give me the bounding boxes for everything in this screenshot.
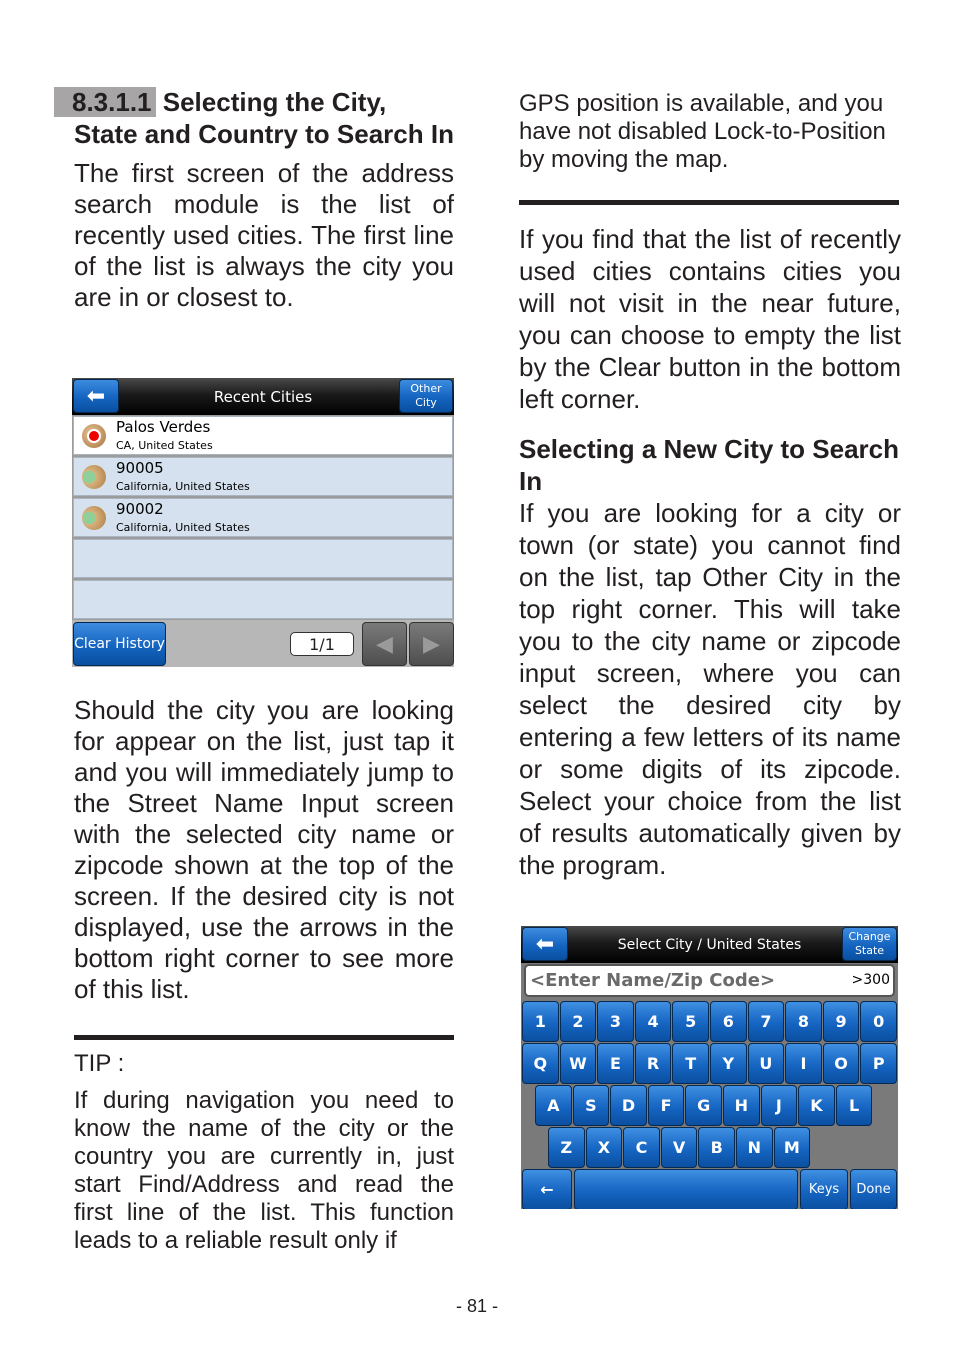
key-c[interactable]: C — [623, 1127, 660, 1168]
key-9[interactable]: 9 — [822, 1001, 860, 1042]
key-1[interactable]: 1 — [522, 1001, 559, 1042]
bottom-bar: Clear History 1/1 ◀ ▶ — [72, 620, 454, 667]
section-number: 8.3.1.1 — [54, 87, 156, 117]
new-city-paragraph: If you are looking for a city or town (o… — [519, 498, 901, 880]
city-location: California, United States — [116, 480, 250, 493]
screen-title: Select City / United States — [617, 936, 802, 953]
city-name: 90002 — [116, 500, 164, 518]
key-o[interactable]: O — [822, 1043, 860, 1084]
city-name-input[interactable]: <Enter Name/Zip Code> >300 — [524, 964, 895, 997]
keys-button[interactable]: Keys — [800, 1169, 848, 1209]
left-triangle-icon: ◀ — [376, 631, 393, 657]
city-name: Palos Verdes — [116, 418, 211, 436]
backspace-key[interactable]: ← — [522, 1169, 572, 1209]
key-f[interactable]: F — [647, 1085, 685, 1126]
key-w[interactable]: W — [559, 1043, 597, 1084]
prev-page-button[interactable]: ◀ — [362, 622, 407, 666]
key-u[interactable]: U — [747, 1043, 785, 1084]
key-3[interactable]: 3 — [597, 1001, 634, 1042]
city-location: California, United States — [116, 521, 250, 534]
select-city-screenshot: Select City / United States ⬅ Change Stat… — [521, 926, 898, 1209]
left-arrow-icon: ⬅ — [86, 383, 106, 409]
intro-paragraph: The first screen of the address search m… — [74, 158, 454, 312]
key-7[interactable]: 7 — [747, 1001, 785, 1042]
city-list-item[interactable]: 90002 California, United States — [73, 498, 453, 537]
backspace-arrow-icon: ← — [540, 1180, 554, 1199]
change-state-button[interactable]: Change State — [842, 927, 897, 961]
left-column-lower: Should the city you are looking for appe… — [74, 695, 454, 1255]
city-list-item[interactable]: Palos Verdes CA, United States — [73, 416, 453, 455]
tip-end-divider — [519, 200, 899, 205]
key-v[interactable]: V — [660, 1127, 698, 1168]
key-p[interactable]: P — [860, 1043, 897, 1084]
right-triangle-icon: ▶ — [423, 631, 440, 657]
section-heading: 8.3.1.1 Selecting the City, State and Co… — [54, 86, 454, 150]
change-state-label-1: Change — [848, 930, 891, 943]
space-key[interactable] — [574, 1169, 798, 1209]
key-e[interactable]: E — [597, 1043, 634, 1084]
subheading: Selecting a New City to Search In — [519, 434, 900, 496]
done-button[interactable]: Done — [850, 1169, 897, 1209]
right-column: GPS position is available, and you have … — [519, 90, 901, 881]
key-6[interactable]: 6 — [710, 1001, 747, 1042]
key-2[interactable]: 2 — [559, 1001, 597, 1042]
key-h[interactable]: H — [723, 1085, 760, 1126]
result-count: >300 — [851, 972, 890, 988]
next-page-button[interactable]: ▶ — [409, 622, 454, 666]
clear-list-paragraph: If you find that the list of recently us… — [519, 224, 901, 414]
tip-text: If during navigation you need to know th… — [74, 1087, 454, 1254]
key-m[interactable]: M — [773, 1127, 811, 1168]
city-location: CA, United States — [116, 439, 213, 452]
key-g[interactable]: G — [685, 1085, 722, 1126]
key-4[interactable]: 4 — [634, 1001, 672, 1042]
other-city-label-1: Other — [410, 382, 442, 395]
key-s[interactable]: S — [572, 1085, 610, 1126]
key-l[interactable]: L — [835, 1085, 873, 1126]
left-column: 8.3.1.1 Selecting the City, State and Co… — [54, 86, 454, 313]
key-x[interactable]: X — [585, 1127, 623, 1168]
page-number: - 81 - — [455, 1296, 498, 1316]
key-t[interactable]: T — [672, 1043, 709, 1084]
input-placeholder: <Enter Name/Zip Code> — [530, 970, 776, 991]
tip-continuation: GPS position is available, and you have … — [519, 90, 886, 173]
key-d[interactable]: D — [610, 1085, 647, 1126]
key-z[interactable]: Z — [548, 1127, 585, 1168]
key-i[interactable]: I — [785, 1043, 822, 1084]
key-8[interactable]: 8 — [785, 1001, 822, 1042]
back-button[interactable]: ⬅ — [73, 379, 119, 413]
key-a[interactable]: A — [535, 1085, 572, 1126]
recent-cities-screenshot: Recent Cities ⬅ Other City Palos Verdes C… — [72, 378, 454, 667]
key-y[interactable]: Y — [710, 1043, 747, 1084]
back-button[interactable]: ⬅ — [522, 927, 568, 961]
key-n[interactable]: N — [736, 1127, 773, 1168]
key-0[interactable]: 0 — [860, 1001, 897, 1042]
city-map-icon — [82, 465, 106, 489]
page-indicator: 1/1 — [290, 632, 354, 656]
key-j[interactable]: J — [760, 1085, 798, 1126]
key-b[interactable]: B — [698, 1127, 735, 1168]
key-r[interactable]: R — [634, 1043, 672, 1084]
city-name: 90005 — [116, 459, 164, 477]
empty-list-item — [73, 580, 453, 619]
key-q[interactable]: Q — [522, 1043, 559, 1084]
tap-city-paragraph: Should the city you are looking for appe… — [74, 695, 454, 1004]
clear-history-button[interactable]: Clear History — [73, 622, 166, 666]
key-k[interactable]: K — [798, 1085, 835, 1126]
key-5[interactable]: 5 — [672, 1001, 709, 1042]
tip-label: TIP : — [74, 1050, 125, 1077]
screen-title: Recent Cities — [213, 387, 313, 406]
other-city-button[interactable]: Other City — [399, 379, 453, 413]
gps-position-icon — [82, 424, 106, 448]
left-arrow-icon: ⬅ — [535, 931, 555, 957]
city-list-item[interactable]: 90005 California, United States — [73, 457, 453, 496]
tip-divider — [74, 1035, 454, 1040]
city-map-icon — [82, 506, 106, 530]
title-bar: Recent Cities — [72, 378, 454, 415]
other-city-label-2: City — [415, 396, 437, 409]
change-state-label-2: State — [854, 944, 885, 957]
empty-list-item — [73, 539, 453, 578]
